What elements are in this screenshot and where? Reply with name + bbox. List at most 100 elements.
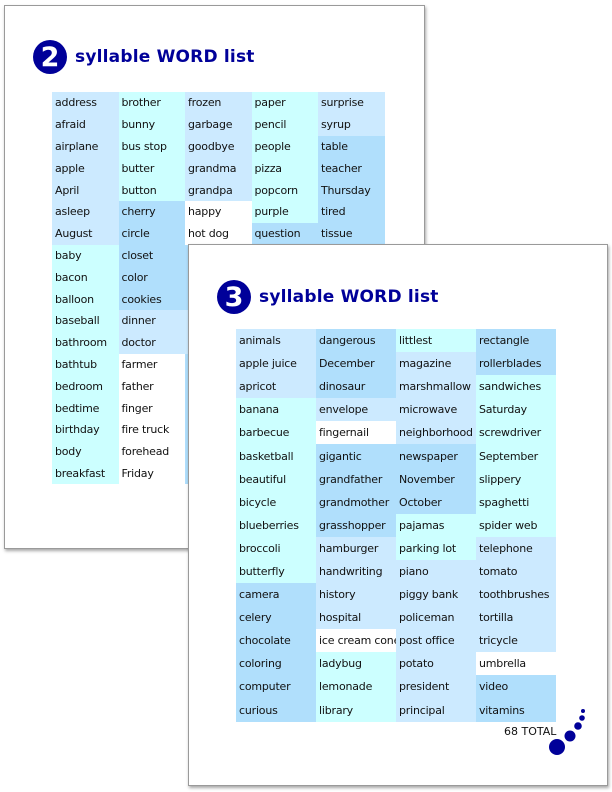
word-cell: bacon [52,266,119,289]
word-cell: balloon [52,288,119,310]
word-cell: color [118,266,185,289]
word-cell: table [318,135,385,158]
word-cell: apple juice [236,352,316,376]
word-cell: cookies [118,288,185,310]
word-cell: airplane [52,135,119,158]
word-cell: pencil [251,113,318,136]
word-cell: hospital [316,606,396,630]
page-title: syllable WORD list [75,47,255,67]
word-cell: August [52,222,119,245]
word-cell: rollerblades [476,352,556,376]
word-grid: animals apple juice apricot banana barbecue b… [236,329,556,722]
word-cell: chocolate [236,629,316,653]
word-cell: dinosaur [316,375,396,399]
word-cell: umbrella [476,652,556,676]
word-cell: littlest [396,329,476,353]
word-cell: newspaper [396,444,476,468]
word-cell: principal [396,698,476,722]
word-cell: October [396,490,476,514]
word-cell: Thursday [318,179,385,201]
word-column: dangerous December dinosaur envelope fingern… [316,329,400,722]
word-cell: hot dog [185,222,252,245]
word-cell: rectangle [476,329,556,353]
word-cell: post office [396,629,476,653]
word-cell: lemonade [316,675,396,699]
word-cell: dangerous [316,329,396,353]
word-cell: address [52,92,119,114]
three-syllable-page: 3 syllable WORD list animals apple juice a… [188,244,608,786]
word-cell: potato [396,652,476,676]
word-cell: farmer [118,353,185,376]
word-cell: bathroom [52,331,119,354]
word-cell: hamburger [316,536,396,560]
word-cell: apricot [236,375,316,399]
word-cell: sandwiches [476,375,556,399]
word-cell: December [316,352,396,376]
decorative-dots-icon [549,709,585,755]
word-cell: afraid [52,113,119,136]
word-cell: father [118,375,185,398]
word-cell: parking lot [396,536,476,560]
word-cell: marshmallow [396,375,476,399]
word-cell: fire truck [118,418,185,441]
word-cell: camera [236,583,316,607]
word-cell: coloring [236,652,316,676]
word-cell: finger [118,397,185,419]
word-cell: butterfly [236,559,316,584]
word-cell: library [316,698,396,722]
word-cell: happy [185,200,252,223]
word-cell: president [396,675,476,699]
word-cell: teacher [318,157,385,180]
word-cell: screwdriver [476,421,556,445]
word-cell: garbage [185,113,252,136]
word-cell: syrup [318,113,385,136]
word-cell: grasshopper [316,513,396,537]
page-header: 3 syllable WORD list [217,280,439,314]
page-title: syllable WORD list [259,287,439,307]
word-cell: closet [118,244,185,267]
word-cell: pajamas [396,513,476,537]
word-column: rectangle rollerblades sandwiches Saturday s… [476,329,556,722]
word-cell: September [476,444,556,468]
word-column: brother bunny bus stop butter button cherry ci… [118,92,185,485]
word-cell: grandpa [185,179,252,201]
word-cell: banana [236,398,316,422]
word-cell: Saturday [476,398,556,422]
word-cell: baby [52,244,119,267]
word-cell: policeman [396,606,476,630]
word-cell: doctor [118,331,185,354]
word-cell: ice cream cone [316,629,400,653]
word-cell: celery [236,606,316,630]
word-cell: surprise [318,92,385,114]
word-cell: people [251,135,318,158]
word-cell: fingernail [316,421,396,445]
word-cell: grandfather [316,467,396,491]
word-cell: circle [118,222,185,245]
word-cell: butter [118,157,185,180]
word-cell: history [316,583,396,607]
word-cell: blueberries [236,513,316,537]
word-cell: telephone [476,536,556,560]
word-column: animals apple juice apricot banana barbecue b… [236,329,316,722]
word-cell: video [476,675,556,699]
word-cell: baseball [52,309,119,332]
word-cell: cherry [118,200,185,223]
word-cell: spider web [476,513,556,537]
word-cell: brother [118,92,185,114]
word-cell: tortilla [476,606,556,630]
word-cell: birthday [52,418,119,441]
word-cell: spaghetti [476,490,556,514]
word-cell: envelope [316,398,396,422]
word-cell: November [396,467,476,491]
word-cell: bedroom [52,375,119,398]
word-cell: purple [251,200,318,223]
word-cell: tissue [318,222,385,245]
word-cell: microwave [396,398,476,422]
word-column: littlest magazine marshmallow microwave neig… [396,329,476,722]
number-badge: 2 [33,40,67,74]
word-cell: tricycle [476,629,556,653]
word-cell: pizza [251,157,318,180]
word-cell: paper [251,92,318,114]
word-cell: gigantic [316,444,396,468]
word-cell: bathtub [52,353,119,376]
